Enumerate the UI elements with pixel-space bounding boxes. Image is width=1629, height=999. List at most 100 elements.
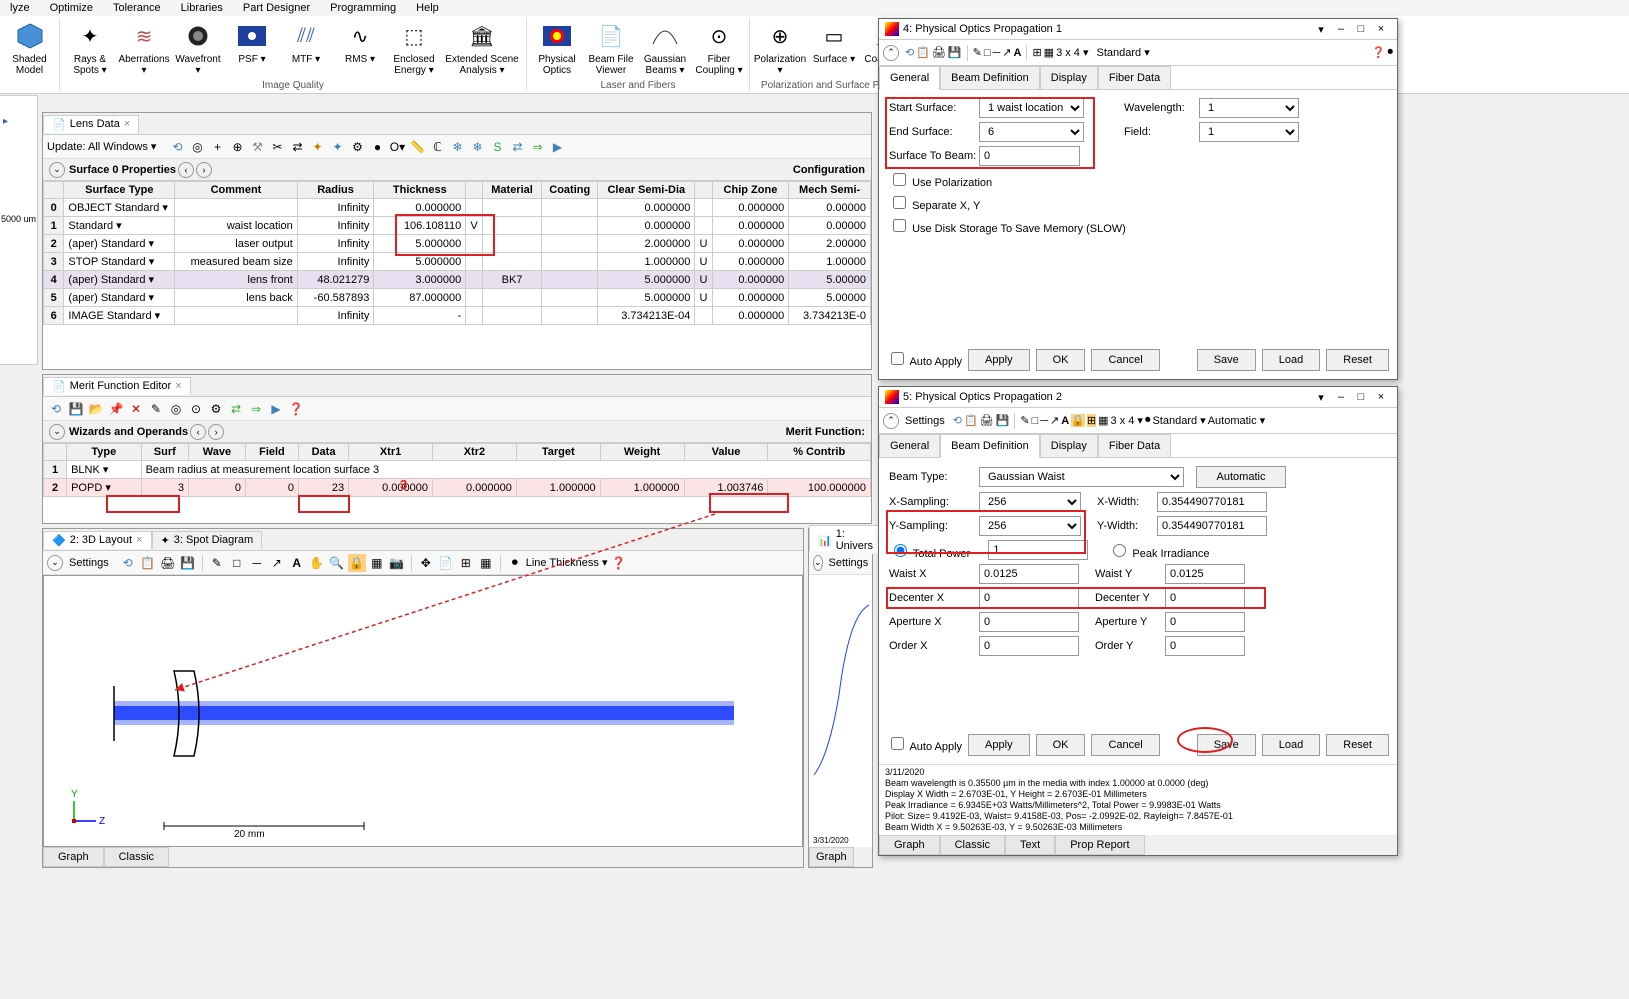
collapse-icon[interactable]: ⌃ [883, 413, 899, 429]
decenter-y-input[interactable] [1165, 588, 1245, 608]
pop1-tab-beam[interactable]: Beam Definition [940, 66, 1040, 89]
grid9-icon[interactable]: ▦ [1044, 46, 1054, 59]
pencil-icon[interactable]: ✎ [1020, 414, 1029, 427]
ribbon-physical-optics[interactable]: Physical Optics [531, 18, 583, 80]
record-icon[interactable]: ⏺ [1388, 46, 1394, 59]
arrow-icon[interactable]: ⇒ [247, 400, 265, 418]
add-icon[interactable]: + [208, 138, 226, 156]
apply-button[interactable]: Apply [968, 349, 1030, 371]
use-polarization-check[interactable]: Use Polarization [889, 170, 992, 189]
ruler-icon[interactable]: 📏 [408, 138, 426, 156]
target-icon[interactable]: ◎ [188, 138, 206, 156]
copy-icon[interactable]: 📋 [916, 46, 930, 59]
swap-icon[interactable]: ⇄ [227, 400, 245, 418]
refresh-icon[interactable]: ⟲ [119, 554, 137, 572]
text-icon[interactable]: A [1061, 415, 1069, 427]
square-icon[interactable]: □ [228, 554, 246, 572]
ribbon-rms[interactable]: ∿RMS ▾ [334, 18, 386, 80]
collapse-icon[interactable]: ⌄ [813, 555, 823, 571]
ribbon-wavefront[interactable]: Wavefront ▾ [172, 18, 224, 80]
ribbon-rays-spots[interactable]: ✦Rays & Spots ▾ [64, 18, 116, 80]
pop1-tab-display[interactable]: Display [1040, 66, 1098, 89]
automatic-dropdown[interactable]: Automatic ▾ [1208, 414, 1266, 427]
play-icon[interactable]: ▶ [548, 138, 566, 156]
ribbon-surface[interactable]: ▭Surface ▾ [808, 18, 860, 80]
ribbon-fiber[interactable]: ⊙Fiber Coupling ▾ [693, 18, 745, 80]
refresh-icon[interactable]: ⟲ [47, 400, 65, 418]
order-y-input[interactable] [1165, 636, 1245, 656]
c-icon[interactable]: ℂ [428, 138, 446, 156]
snow1-icon[interactable]: ❄ [448, 138, 466, 156]
insert-icon[interactable]: ⊕ [228, 138, 246, 156]
lock-icon[interactable]: 🔒 [348, 554, 366, 572]
star-icon[interactable]: ✦ [308, 138, 326, 156]
play-icon[interactable]: ▶ [267, 400, 285, 418]
start-surface-select[interactable]: 1 waist location [979, 98, 1084, 118]
menu-tolerance[interactable]: Tolerance [113, 2, 161, 14]
order-x-input[interactable] [979, 636, 1079, 656]
help-icon[interactable]: ❓ [610, 554, 628, 572]
ok-button[interactable]: OK [1036, 734, 1086, 756]
total-power-radio[interactable]: Total Power [889, 541, 970, 560]
layout-3d-view[interactable]: Y Z 20 mm [43, 575, 803, 847]
auto-apply-check[interactable]: Auto Apply [887, 734, 962, 756]
bottom-tab-text[interactable]: Text [1005, 835, 1055, 855]
reset-button[interactable]: Reset [1326, 349, 1389, 371]
camera-icon[interactable]: 📷 [388, 554, 406, 572]
ribbon-extended-scene[interactable]: 🏛Extended Scene Analysis ▾ [442, 18, 522, 80]
hand-icon[interactable]: ✋ [308, 554, 326, 572]
text-icon[interactable]: A [1013, 47, 1021, 59]
menu-part-designer[interactable]: Part Designer [243, 2, 310, 14]
layout-tab-3d[interactable]: 🔷 2: 3D Layout × [43, 531, 152, 549]
dpad-icon[interactable]: ✥ [417, 554, 435, 572]
wand-icon[interactable]: ✎ [147, 400, 165, 418]
ribbon-polarization[interactable]: ⊕Polarization ▾ [754, 18, 806, 80]
grid4-icon[interactable]: ⊞ [457, 554, 475, 572]
wavelength-select[interactable]: 1 [1199, 98, 1299, 118]
waist-x-input[interactable] [979, 564, 1079, 584]
minimize-icon[interactable]: – [1331, 23, 1351, 35]
layout-tab-spot[interactable]: ✦ 3: Spot Diagram [152, 531, 263, 549]
pop1-titlebar[interactable]: 4: Physical Optics Propagation 1 ▾ – □ × [879, 19, 1397, 40]
merit-function-table[interactable]: TypeSurfWaveFieldDataXtr1Xtr2TargetWeigh… [43, 443, 871, 497]
apply-button[interactable]: Apply [968, 734, 1030, 756]
square-icon[interactable]: □ [984, 47, 991, 59]
collapse-icon[interactable]: ⌄ [49, 162, 65, 178]
grid4-icon[interactable]: ⊞ [1032, 46, 1041, 59]
lens-data-table[interactable]: Surface TypeCommentRadiusThicknessMateri… [43, 181, 871, 325]
next-icon[interactable]: › [196, 162, 212, 178]
load-button[interactable]: Load [1262, 734, 1320, 756]
end-surface-select[interactable]: 6 [979, 122, 1084, 142]
lens-data-tab[interactable]: 📄 Lens Data × [43, 115, 139, 133]
separate-xy-check[interactable]: Separate X, Y [889, 193, 980, 212]
aperture-y-input[interactable] [1165, 612, 1245, 632]
menu-optimize[interactable]: Optimize [50, 2, 93, 14]
x-sampling-select[interactable]: 256 [979, 492, 1081, 512]
y-sampling-select[interactable]: 256 [979, 516, 1081, 536]
square-icon[interactable]: □ [1032, 415, 1039, 427]
gear-icon[interactable]: ⚙ [348, 138, 366, 156]
ribbon-gaussian[interactable]: Gaussian Beams ▾ [639, 18, 691, 80]
total-power-input[interactable] [988, 540, 1088, 560]
target-icon[interactable]: ◎ [167, 400, 185, 418]
beam-type-select[interactable]: Gaussian Waist [979, 467, 1184, 487]
arrow-icon[interactable]: ↗ [1002, 46, 1011, 59]
x-width-input[interactable] [1157, 492, 1267, 512]
pop2-tab-fiber[interactable]: Fiber Data [1098, 434, 1171, 457]
decenter-x-input[interactable] [979, 588, 1079, 608]
ribbon-shaded-model[interactable]: Shaded Model [4, 18, 55, 91]
next-icon[interactable]: › [208, 424, 224, 440]
open-icon[interactable]: 📂 [87, 400, 105, 418]
field-select[interactable]: 1 [1199, 122, 1299, 142]
save-button[interactable]: Save [1197, 734, 1256, 756]
copy-icon[interactable]: 📋 [964, 414, 978, 427]
pop2-titlebar[interactable]: 5: Physical Optics Propagation 2 ▾ – □ × [879, 387, 1397, 408]
close-icon[interactable]: × [136, 534, 142, 546]
maximize-icon[interactable]: □ [1351, 391, 1371, 403]
menu-analyze[interactable]: lyze [10, 2, 30, 14]
maximize-icon[interactable]: □ [1351, 23, 1371, 35]
dropdown-icon[interactable]: ▾ [1311, 391, 1331, 404]
help-icon[interactable]: ❓ [287, 400, 305, 418]
universal-tab[interactable]: 📊 1: Univers [809, 525, 882, 554]
automatic-button[interactable]: Automatic [1196, 466, 1286, 488]
